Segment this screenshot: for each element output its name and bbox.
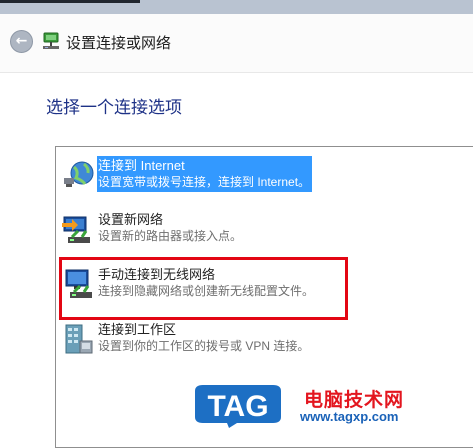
option-text: 连接到工作区 设置到你的工作区的拨号或 VPN 连接。: [98, 321, 309, 355]
option-description: 设置到你的工作区的拨号或 VPN 连接。: [98, 339, 310, 353]
option-text: 设置新网络 设置新的路由器或接入点。: [98, 211, 242, 245]
window-top-strip: [0, 0, 473, 14]
wireless-network-icon: [65, 269, 92, 298]
tag-logo-text: TAG: [207, 390, 268, 423]
option-manual-wireless[interactable]: 手动连接到无线网络 连接到隐藏网络或创建新无线配置文件。: [60, 266, 360, 314]
watermark-site-name: 电脑技术网: [304, 390, 405, 411]
option-text: 连接到 Internet 设置宽带或拨号连接，连接到 Internet。: [97, 156, 313, 192]
watermark-url: www.tagxp.com: [300, 409, 399, 424]
option-label: 手动连接到无线网络: [98, 267, 216, 282]
taskbar-edge: [0, 0, 140, 3]
globe-internet-icon: [64, 161, 94, 187]
option-description: 设置新的路由器或接入点。: [98, 229, 243, 243]
option-label: 设置新网络: [98, 212, 164, 227]
option-description: 设置宽带或拨号连接，连接到 Internet。: [98, 175, 311, 189]
back-arrow-icon: ←: [15, 33, 28, 49]
option-description: 连接到隐藏网络或创建新无线配置文件。: [98, 284, 315, 298]
option-connect-internet[interactable]: 连接到 Internet 设置宽带或拨号连接，连接到 Internet。: [60, 156, 360, 204]
workplace-connection-icon: [65, 324, 93, 354]
option-text: 手动连接到无线网络 连接到隐藏网络或创建新无线配置文件。: [98, 266, 314, 300]
back-button[interactable]: ←: [10, 30, 33, 53]
option-label: 连接到 Internet: [98, 158, 185, 173]
window-title: 设置连接或网络: [66, 35, 172, 52]
new-network-router-icon: [62, 216, 90, 243]
tag-logo: TAG: [195, 385, 281, 428]
page-heading: 选择一个连接选项: [46, 98, 182, 117]
option-new-network[interactable]: 设置新网络 设置新的路由器或接入点。: [60, 211, 360, 259]
network-settings-icon: [43, 32, 59, 49]
option-workplace[interactable]: 连接到工作区 设置到你的工作区的拨号或 VPN 连接。: [60, 321, 360, 369]
option-label: 连接到工作区: [98, 322, 177, 337]
